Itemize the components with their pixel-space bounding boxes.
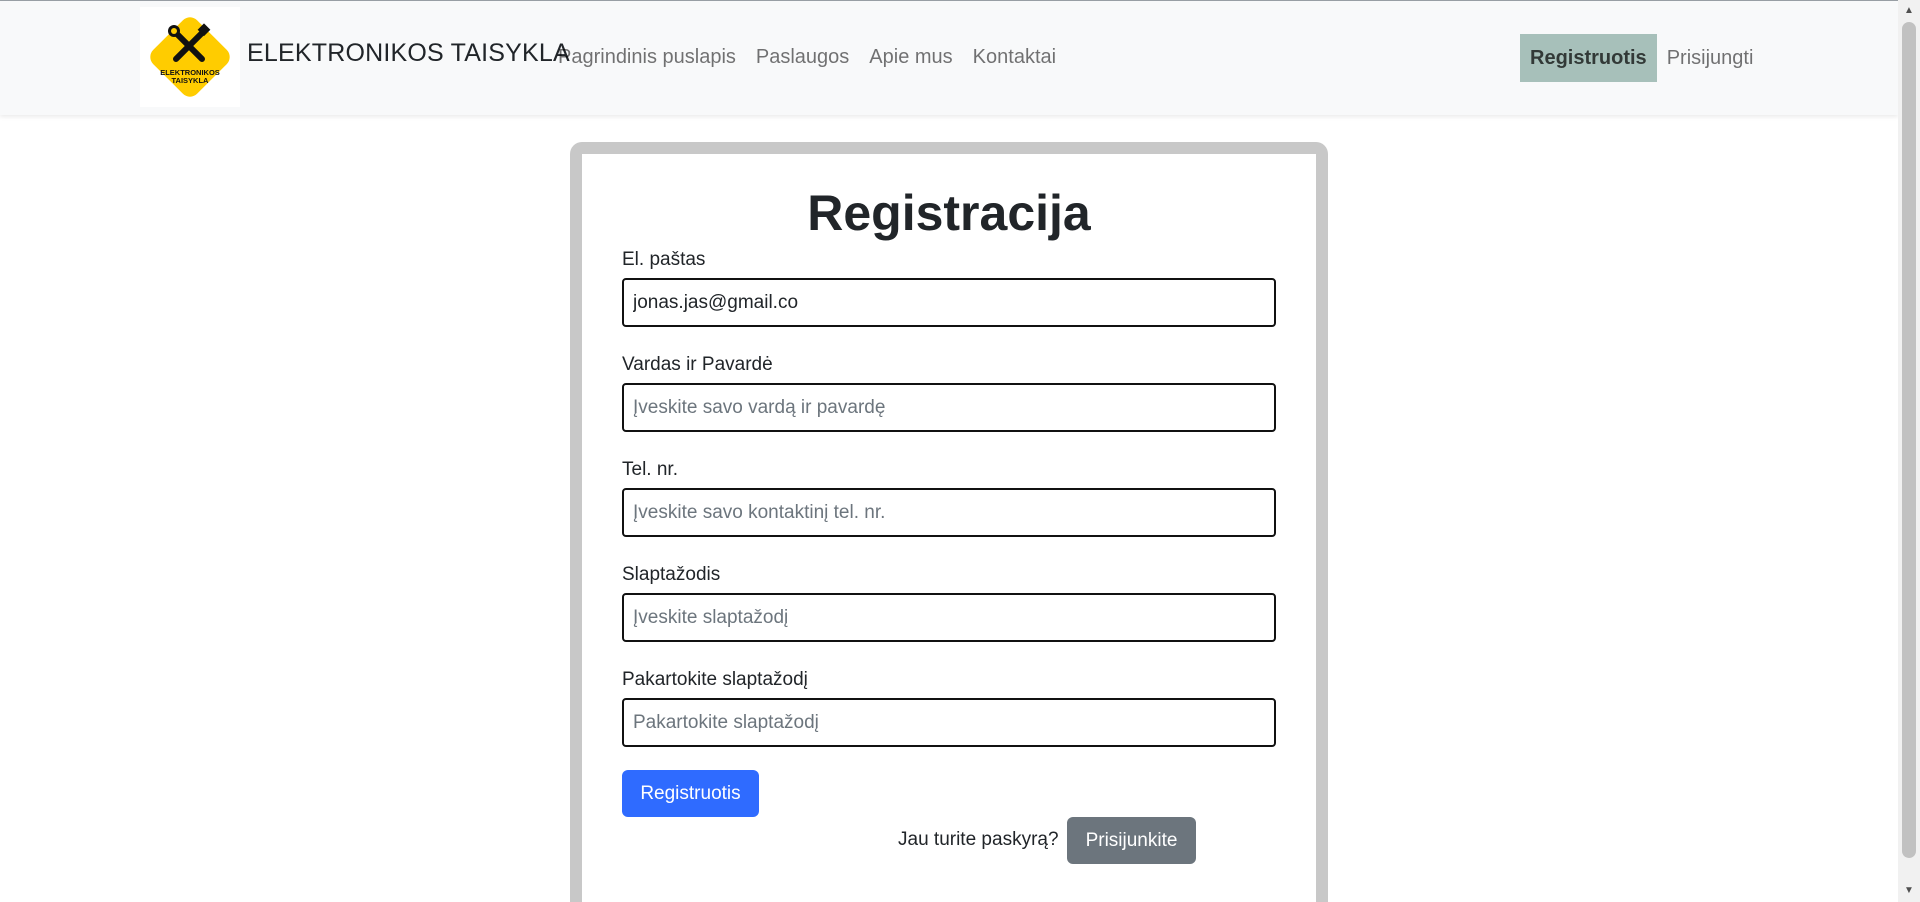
svg-text:TAISYKLA: TAISYKLA (172, 76, 210, 85)
email-label: El. paštas (622, 249, 706, 270)
password-label: Slaptažodis (622, 564, 721, 585)
brand-logo[interactable]: ELEKTRONIKOS TAISYKLA (140, 7, 240, 107)
repeat-password-label: Pakartokite slaptažodį (622, 669, 808, 690)
scrollbar-thumb[interactable] (1902, 22, 1916, 858)
repeat-password-field[interactable] (622, 698, 1276, 747)
have-account-text: Jau turite paskyrą? (898, 829, 1059, 850)
nav-link-about[interactable]: Apie mus (859, 46, 962, 69)
form-title: Registracija (807, 185, 1091, 241)
page: ELEKTRONIKOS TAISYKLA ELEKTRONIKOS TAISY… (0, 0, 1920, 902)
phone-field[interactable] (622, 488, 1276, 537)
tools-crossed-icon: ELEKTRONIKOS TAISYKLA (140, 7, 240, 107)
full-name-label: Vardas ir Pavardė (622, 354, 773, 375)
triangle-down-icon[interactable]: ▼ (1898, 882, 1920, 900)
vertical-scrollbar[interactable]: ▲ ▼ (1898, 0, 1920, 902)
nav-register-link[interactable]: Registruotis (1520, 34, 1657, 82)
triangle-up-icon[interactable]: ▲ (1898, 2, 1920, 20)
password-field[interactable] (622, 593, 1276, 642)
main-nav: Pagrindinis puslapis Paslaugos Apie mus … (548, 46, 1066, 69)
nav-link-services[interactable]: Paslaugos (746, 46, 859, 69)
registration-card-frame: Registracija El. paštas Vardas ir Pavard… (570, 142, 1328, 902)
nav-login-link[interactable]: Prisijungti (1657, 47, 1764, 70)
login-redirect-button[interactable]: Prisijunkite (1067, 817, 1196, 864)
phone-label: Tel. nr. (622, 459, 678, 480)
brand-name[interactable]: ELEKTRONIKOS TAISYKLA (247, 39, 570, 68)
auth-nav: Registruotis Prisijungti (1520, 34, 1763, 82)
registration-card: Registracija El. paštas Vardas ir Pavard… (582, 154, 1316, 902)
navbar: ELEKTRONIKOS TAISYKLA ELEKTRONIKOS TAISY… (0, 1, 1898, 115)
full-name-field[interactable] (622, 383, 1276, 432)
email-field[interactable] (622, 278, 1276, 327)
nav-link-contacts[interactable]: Kontaktai (963, 46, 1066, 69)
nav-link-home[interactable]: Pagrindinis puslapis (548, 46, 746, 69)
register-submit-button[interactable]: Registruotis (622, 770, 759, 817)
